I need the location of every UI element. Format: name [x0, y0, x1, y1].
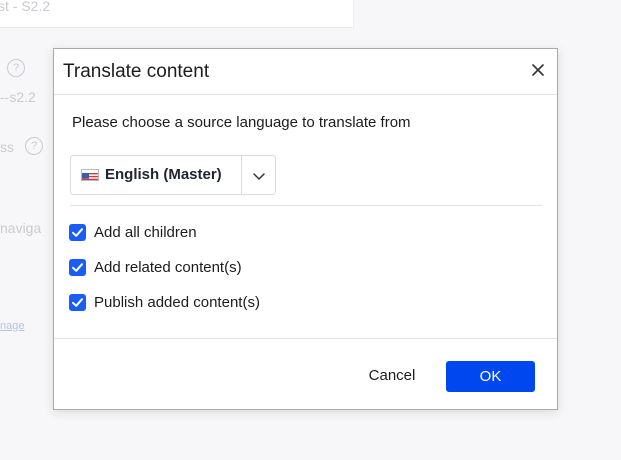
source-language-select[interactable]: English (Master): [70, 155, 276, 195]
background-help-icon: ?: [7, 59, 25, 77]
background-label-navig: naviga: [0, 220, 42, 236]
section-divider: [70, 205, 542, 206]
option-label: Publish added content(s): [94, 294, 260, 311]
dialog-header: Translate content: [54, 49, 557, 95]
checkbox-publish-added-content[interactable]: [69, 294, 86, 311]
background-title-text: st - S2.2: [0, 0, 51, 14]
close-icon[interactable]: [529, 61, 547, 79]
dialog-prompt: Please choose a source language to trans…: [72, 114, 411, 131]
background-title-field: st - S2.2: [0, 0, 354, 28]
background-label-ss: ss: [0, 139, 14, 155]
background-link: nage: [0, 320, 25, 332]
select-divider: [241, 156, 242, 194]
checkbox-add-related-content[interactable]: [69, 259, 86, 276]
footer-divider: [54, 338, 557, 339]
selected-language-label: English (Master): [105, 166, 222, 183]
translate-dialog: Translate content Please choose a source…: [53, 48, 558, 410]
ok-button[interactable]: OK: [446, 361, 535, 392]
background-slug-text: --s2.2: [0, 89, 36, 105]
us-flag-icon: [81, 169, 99, 181]
dialog-title: Translate content: [63, 61, 210, 82]
cancel-button[interactable]: Cancel: [352, 360, 432, 392]
chevron-down-icon[interactable]: [251, 168, 267, 184]
option-label: Add all children: [94, 224, 197, 241]
checkbox-add-all-children[interactable]: [69, 224, 86, 241]
background-help-icon-2: ?: [25, 137, 43, 155]
option-label: Add related content(s): [94, 259, 242, 276]
